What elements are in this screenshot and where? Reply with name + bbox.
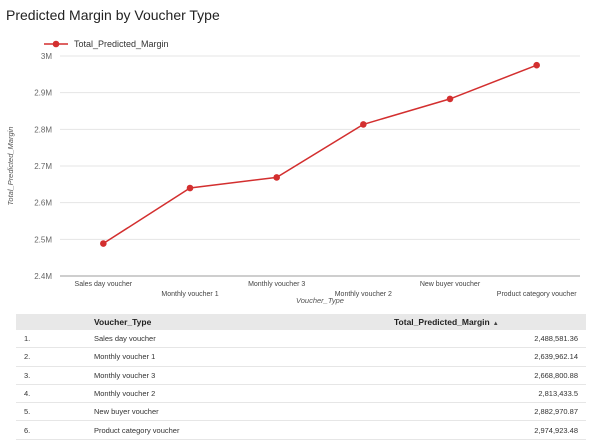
row-voucher-type: New buyer voucher [94, 402, 394, 422]
voucher-type-column-header[interactable]: Voucher_Type [94, 314, 394, 330]
row-margin-value: 2,639,962.14 [394, 347, 586, 367]
y-tick-label: 2.9M [34, 89, 52, 98]
row-margin-value: 2,668,800.88 [394, 366, 586, 385]
x-tick-label: New buyer voucher [420, 281, 481, 288]
row-voucher-type: Monthly voucher 3 [94, 366, 394, 385]
y-tick-label: 2.6M [34, 199, 52, 208]
y-tick-label: 2.4M [34, 272, 52, 281]
series-line [102, 64, 537, 245]
x-tick-label: Monthly voucher 1 [161, 291, 218, 298]
row-index: 2. [16, 347, 94, 367]
row-voucher-type: Monthly voucher 1 [94, 347, 394, 367]
row-margin-value: 2,974,923.48 [394, 420, 586, 440]
data-point [360, 121, 367, 128]
row-index: 5. [16, 402, 94, 422]
data-point [100, 240, 107, 247]
data-point [446, 95, 454, 103]
table-row: 2. Monthly voucher 1 2,639,962.14 [16, 347, 586, 367]
table-row: 4. Monthly voucher 2 2,813,433.5 [16, 384, 586, 404]
row-voucher-type: Product category voucher [94, 420, 394, 440]
data-table: Voucher_Type Total_Predicted_Margin ▲ 1. … [16, 314, 586, 440]
row-index: 1. [16, 330, 94, 349]
legend-label: Total_Predicted_Margin [74, 39, 169, 49]
x-tick-label: Product category voucher [497, 291, 577, 298]
row-index: 4. [16, 384, 94, 404]
total-predicted-margin-header-label: Total_Predicted_Margin [394, 317, 490, 327]
data-point [273, 174, 280, 181]
row-index: 3. [16, 366, 94, 385]
data-point [186, 184, 194, 192]
table-row: 6. Product category voucher 2,974,923.48 [16, 420, 586, 440]
y-axis-title: Total_Predicted_Margin [6, 127, 15, 206]
y-tick-label: 3M [41, 52, 52, 61]
row-margin-value: 2,882,970.87 [394, 402, 586, 422]
index-column-header [16, 314, 94, 330]
x-axis-title: Voucher_Type [296, 296, 344, 305]
total-predicted-margin-column-header[interactable]: Total_Predicted_Margin ▲ [394, 314, 586, 330]
row-margin-value: 2,813,433.5 [394, 384, 586, 404]
table-row: 3. Monthly voucher 3 2,668,800.88 [16, 366, 586, 385]
table-row: 1. Sales day voucher 2,488,581.36 [16, 330, 586, 349]
legend-marker [52, 40, 60, 48]
sort-ascending-icon[interactable]: ▲ [493, 321, 499, 327]
line-chart: 2.4M 2.5M 2.6M 2.7M 2.8M 2.9M 3M Sales day vouc… [6, 39, 580, 305]
x-tick-label: Monthly voucher 3 [248, 281, 305, 288]
row-index: 6. [16, 420, 94, 440]
y-tick-label: 2.8M [34, 125, 52, 134]
row-voucher-type: Sales day voucher [94, 330, 394, 349]
x-tick-label: Sales day voucher [75, 281, 133, 288]
row-margin-value: 2,488,581.36 [394, 330, 586, 349]
table-row: 5. New buyer voucher 2,882,970.87 [16, 402, 586, 422]
row-voucher-type: Monthly voucher 2 [94, 384, 394, 404]
y-tick-label: 2.5M [34, 235, 52, 244]
table-header-row: Voucher_Type Total_Predicted_Margin ▲ [16, 314, 586, 330]
y-tick-label: 2.7M [34, 162, 52, 171]
data-point [533, 61, 540, 69]
